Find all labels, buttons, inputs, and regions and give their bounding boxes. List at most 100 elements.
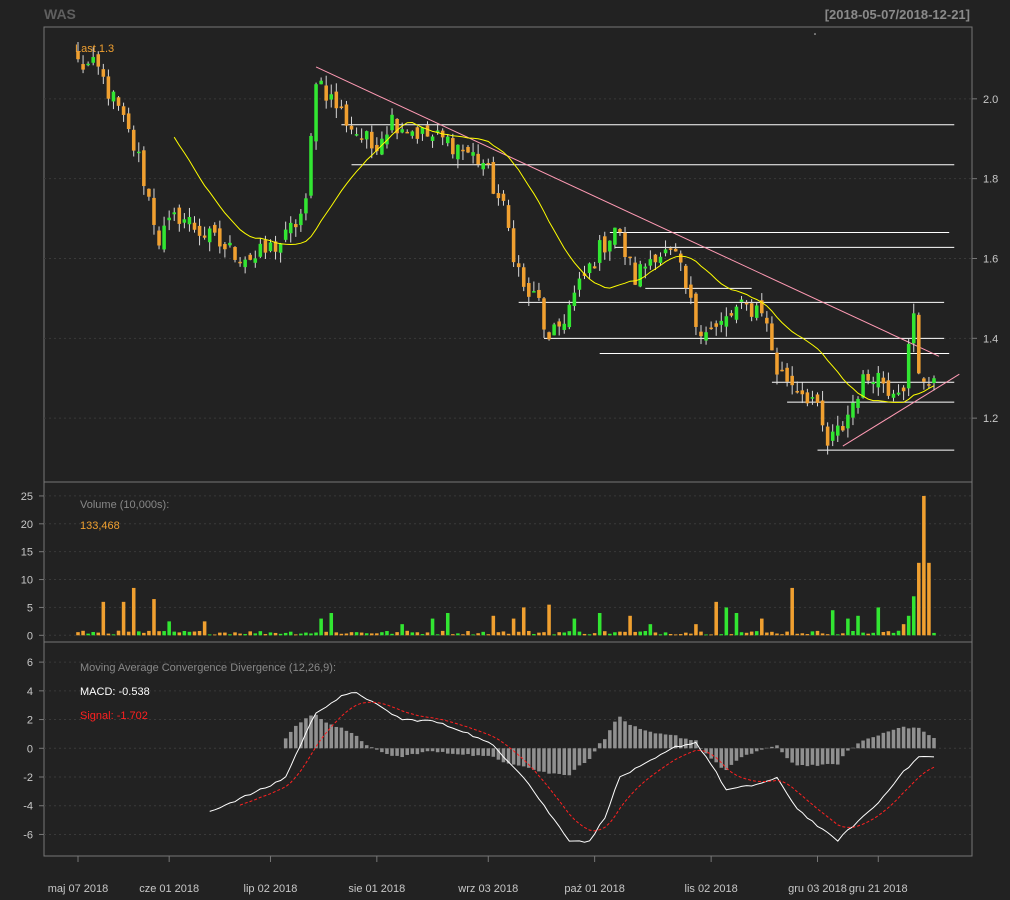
macd-histogram-bar [820,748,825,765]
candle-body-up [390,114,394,131]
volume-bar [744,632,749,636]
candle-body-down [592,266,597,269]
volume-bar [521,607,526,636]
volume-bar [506,633,511,636]
candle-body-up [754,305,759,318]
volume-bar [724,607,729,636]
volume-bar [223,632,227,636]
candle-body-up [876,372,881,388]
volume-bar [542,632,546,636]
volume-bar [835,634,840,636]
volume-bar [334,632,339,636]
macd-histogram-bar [648,731,653,749]
volume-bar [415,632,420,636]
volume-bar [405,630,410,636]
candle-body-up [91,57,95,63]
volume-bar [587,634,592,636]
volume-bar [491,615,496,636]
candle-body-up [739,299,744,302]
volume-bar [299,633,303,636]
candle-body-up [846,414,850,429]
volume-bar [572,618,577,636]
candle-body-down [749,303,754,317]
price-tick-label: 1.4 [983,333,998,345]
volume-bar [116,630,121,636]
volume-bar [400,624,404,636]
volume-bar [314,632,318,636]
macd-histogram-bar [871,737,875,749]
candle-body-up [182,219,187,223]
candle-body-down [927,384,931,386]
volume-bar [582,633,587,636]
candle-body-down [922,378,926,382]
volume-bar [248,631,252,636]
macd-histogram-bar [744,748,749,755]
candle-body-down [192,222,197,230]
macd-histogram-bar [537,748,541,772]
volume-bar [795,633,800,636]
macd-histogram-bar [364,745,369,749]
macd-tick-label: -2 [23,772,33,784]
macd-histogram-bar [572,748,577,770]
candle-body-down [744,302,749,305]
candle-body-up [608,240,612,252]
macd-histogram-bar [592,748,597,752]
volume-bar [694,624,698,636]
macd-histogram-bar [917,727,921,749]
volume-bar [729,634,734,636]
candle-body-down [521,267,526,287]
candle-body-up [329,94,334,100]
candle-body-down [294,224,298,228]
x-tick-label: gru 21 2018 [849,883,908,895]
candle-body-down [147,188,151,197]
volume-bar [172,631,177,636]
candle-body-down [653,254,658,263]
volume-bar [891,632,896,636]
volume-bar [911,596,916,636]
volume-bar [385,631,389,636]
volume-bar [304,632,308,636]
candle-body-down [709,327,713,330]
macd-histogram-bar [395,748,399,756]
macd-tick-label: 4 [27,686,33,698]
candle-body-down [694,293,698,327]
macd-histogram-bar [420,748,425,753]
candle-body-up [187,217,192,225]
candle-body-up [552,324,556,336]
macd-histogram-bar [861,740,865,749]
volume-bar [673,634,678,636]
volume-bar [577,631,582,636]
volume-bar [142,632,146,636]
volume-bar [456,633,460,636]
volume-bar [825,634,830,636]
candle-body-down [131,129,136,151]
volume-bar [547,604,551,636]
volume-bar [395,632,399,636]
candle-body-down [825,426,830,446]
volume-bar [922,495,926,636]
volume-bar [841,633,845,636]
volume-tick-label: 5 [27,602,33,614]
volume-tick-label: 25 [21,491,33,503]
candle-body-up [410,131,415,136]
candle-body-down [121,106,126,115]
volume-bar [375,633,379,636]
volume-bar [749,631,754,636]
candle-body-up [830,431,835,441]
candle-body-down [344,104,349,126]
macd-histogram-bar [466,748,470,755]
volume-bar [309,633,313,636]
volume-bar [121,601,126,636]
macd-histogram-bar [597,743,602,749]
macd-histogram-bar [739,748,744,758]
macd-histogram-bar [587,748,592,759]
candle-body-up [932,378,936,384]
macd-histogram-bar [547,748,551,774]
candle-body-down [218,228,222,247]
candle-body-up [638,264,642,287]
signal-value: Signal: -1.702 [80,710,148,722]
macd-histogram-bar [719,748,724,768]
volume-bar [805,634,810,636]
candle-body-down [415,127,420,139]
candle-body-down [212,224,217,233]
